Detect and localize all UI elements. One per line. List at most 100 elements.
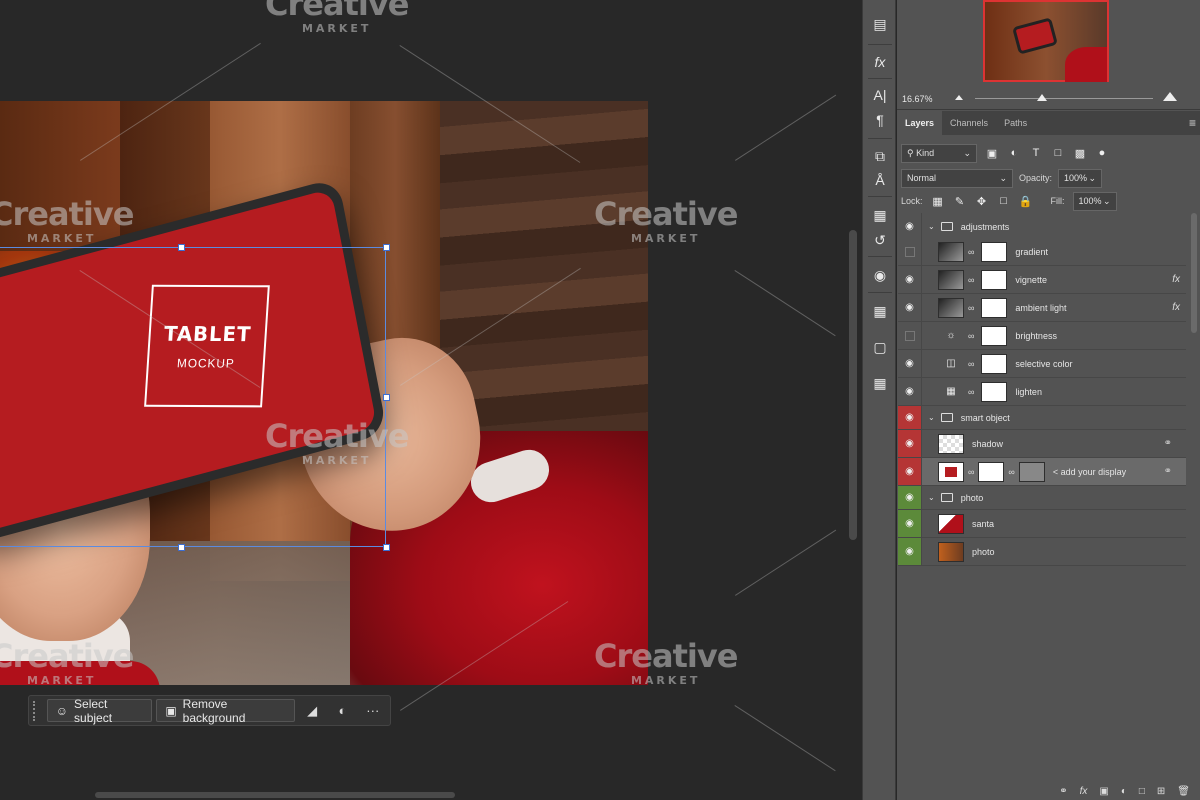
transform-handle-bottom-right[interactable] (383, 544, 390, 551)
layer-mask-thumbnail[interactable] (978, 461, 1005, 482)
drag-grip-icon[interactable] (33, 700, 39, 721)
layer-santa[interactable]: ◉ santa (898, 510, 1186, 538)
layer-group-smart-object[interactable]: ◉ ⌄ smart object (898, 406, 1186, 430)
eye-icon[interactable]: ◉ (898, 486, 922, 509)
grid-table-icon[interactable]: ▦ (868, 371, 892, 395)
transform-handle-right[interactable] (383, 394, 390, 401)
layer-mask-thumbnail[interactable] (981, 353, 1008, 374)
opacity-input[interactable]: 100% ⌄ (1058, 168, 1103, 188)
layer-mask-thumbnail[interactable] (981, 297, 1008, 318)
eye-icon[interactable]: ◉ (898, 510, 922, 537)
history-icon[interactable]: ↺ (868, 228, 892, 252)
layer-lighten[interactable]: ◉ ▦ ∞ lighten (898, 378, 1186, 406)
transform-icon[interactable]: ◢ (299, 699, 325, 722)
swatches-icon[interactable]: ◉ (868, 263, 892, 287)
layer-mask-thumbnail[interactable] (981, 241, 1008, 262)
vertical-scrollbar[interactable] (846, 0, 860, 790)
layer-add-your-display[interactable]: ◉ ∞ ∞ < add your display ⚭ (898, 458, 1186, 486)
zoom-in-icon[interactable] (1163, 92, 1177, 101)
zoom-slider-knob[interactable] (1037, 94, 1047, 101)
select-subject-button[interactable]: ☺ Select subject (46, 697, 153, 725)
eye-icon[interactable]: ◉ (898, 294, 922, 321)
layer-group-photo[interactable]: ◉ ⌄ photo (898, 486, 1186, 510)
layer-thumbnail[interactable] (938, 433, 964, 454)
layer-mask-thumbnail[interactable] (981, 325, 1008, 346)
remove-background-button[interactable]: ▣ Remove background (156, 697, 295, 725)
lock-position-icon[interactable]: ✥ (975, 195, 989, 208)
filter-toggle-icon[interactable]: ● (1095, 147, 1109, 159)
transform-handle-top-right[interactable] (383, 244, 390, 251)
eye-icon[interactable] (898, 322, 922, 349)
clone-source-icon[interactable]: ⧉ (868, 144, 892, 168)
filter-smart-object-icon[interactable]: ▩ (1073, 147, 1087, 160)
blend-mode-select[interactable]: Normal ⌄ (901, 168, 1013, 188)
add-style-icon[interactable]: fx (1080, 786, 1088, 797)
tab-paths[interactable]: Paths (996, 111, 1035, 135)
scroll-thumb[interactable] (849, 230, 857, 540)
vector-mask-thumbnail[interactable] (1018, 461, 1045, 482)
horizontal-scrollbar[interactable] (0, 790, 846, 800)
link-layers-icon[interactable]: ⚭ (1059, 786, 1067, 797)
chevron-down-icon[interactable]: ⌄ (928, 222, 935, 231)
add-mask-icon[interactable]: ▣ (1099, 786, 1108, 797)
layer-gradient[interactable]: ∞ gradient (898, 238, 1186, 266)
layer-group-adjustments[interactable]: ◉ ⌄ adjustments (898, 213, 1186, 241)
lock-transparency-icon[interactable]: ▦ (931, 195, 945, 208)
filter-adjustment-icon[interactable]: ◐ (1007, 147, 1021, 159)
tab-channels[interactable]: Channels (942, 111, 996, 135)
eye-icon[interactable]: ◉ (898, 213, 922, 240)
fill-input[interactable]: 100% ⌄ (1072, 191, 1117, 211)
zoom-value[interactable]: 16.67% (902, 94, 933, 104)
lock-all-icon[interactable]: 🔒 (1019, 195, 1033, 208)
filter-type-icon[interactable]: T (1029, 147, 1043, 159)
layer-thumbnail[interactable] (938, 513, 964, 534)
fx-icon[interactable]: fx (1172, 302, 1180, 313)
layers-scrollbar[interactable] (1189, 213, 1199, 563)
filter-shape-icon[interactable]: □ (1051, 147, 1065, 159)
new-adjustment-icon[interactable]: ◐ (1121, 786, 1127, 797)
gradients-icon[interactable]: ▢ (868, 335, 892, 359)
layer-brightness[interactable]: ☼ ∞ brightness (898, 322, 1186, 350)
zoom-out-icon[interactable] (955, 95, 963, 100)
eye-icon[interactable]: ◉ (898, 430, 922, 457)
document-canvas[interactable]: TABLET MOCKUP Creative MARKET Creative MAR… (0, 0, 860, 800)
tab-layers[interactable]: Layers (897, 111, 943, 135)
paragraph-icon[interactable]: ¶ (868, 108, 892, 132)
fx-icon[interactable]: fx (1172, 274, 1180, 285)
more-options-button[interactable]: ··· (360, 699, 386, 722)
eye-icon[interactable]: ◉ (898, 458, 922, 485)
glyphs-icon[interactable]: Å (868, 168, 892, 192)
libraries-icon[interactable]: ▦ (868, 203, 892, 227)
adjustment-icon[interactable]: ◐ (329, 699, 355, 722)
lock-artboard-icon[interactable]: □ (997, 195, 1011, 207)
smart-object-thumbnail[interactable] (938, 461, 964, 482)
layer-vignette[interactable]: ◉ ∞ vignette fx (898, 266, 1186, 294)
chevron-down-icon[interactable]: ⌄ (928, 413, 935, 422)
patterns-icon[interactable]: ▦ (868, 299, 892, 323)
layer-photo[interactable]: ◉ photo (898, 538, 1186, 566)
filter-kind-select[interactable]: ⚲ Kind ⌄ (901, 143, 977, 163)
scroll-thumb[interactable] (95, 792, 455, 798)
layer-ambient-light[interactable]: ◉ ∞ ambient light fx (898, 294, 1186, 322)
scroll-thumb[interactable] (1191, 213, 1197, 333)
eye-icon[interactable]: ◉ (898, 378, 922, 405)
layer-shadow[interactable]: ◉ shadow ⚭ (898, 430, 1186, 458)
layer-mask-thumbnail[interactable] (981, 381, 1008, 402)
new-group-icon[interactable]: □ (1139, 786, 1145, 797)
filter-pixel-icon[interactable]: ▣ (985, 147, 999, 160)
navigator-preview[interactable] (983, 0, 1109, 82)
panel-menu-icon[interactable]: ≡ (1189, 116, 1196, 130)
new-layer-icon[interactable]: ⊞ (1157, 786, 1165, 797)
character-icon[interactable]: A| (868, 83, 892, 107)
histogram-icon[interactable]: ▤ (868, 12, 892, 36)
eye-icon[interactable]: ◉ (898, 406, 922, 429)
eye-icon[interactable] (898, 238, 922, 265)
eye-icon[interactable]: ◉ (898, 350, 922, 377)
layer-mask-thumbnail[interactable] (981, 269, 1008, 290)
styles-fx-icon[interactable]: fx (868, 50, 892, 74)
lock-pixels-icon[interactable]: ✎ (953, 195, 967, 208)
transform-handle-top[interactable] (178, 244, 185, 251)
delete-layer-icon[interactable]: 🗑 (1177, 786, 1190, 797)
layer-selective-color[interactable]: ◉ ◫ ∞ selective color (898, 350, 1186, 378)
eye-icon[interactable]: ◉ (898, 266, 922, 293)
